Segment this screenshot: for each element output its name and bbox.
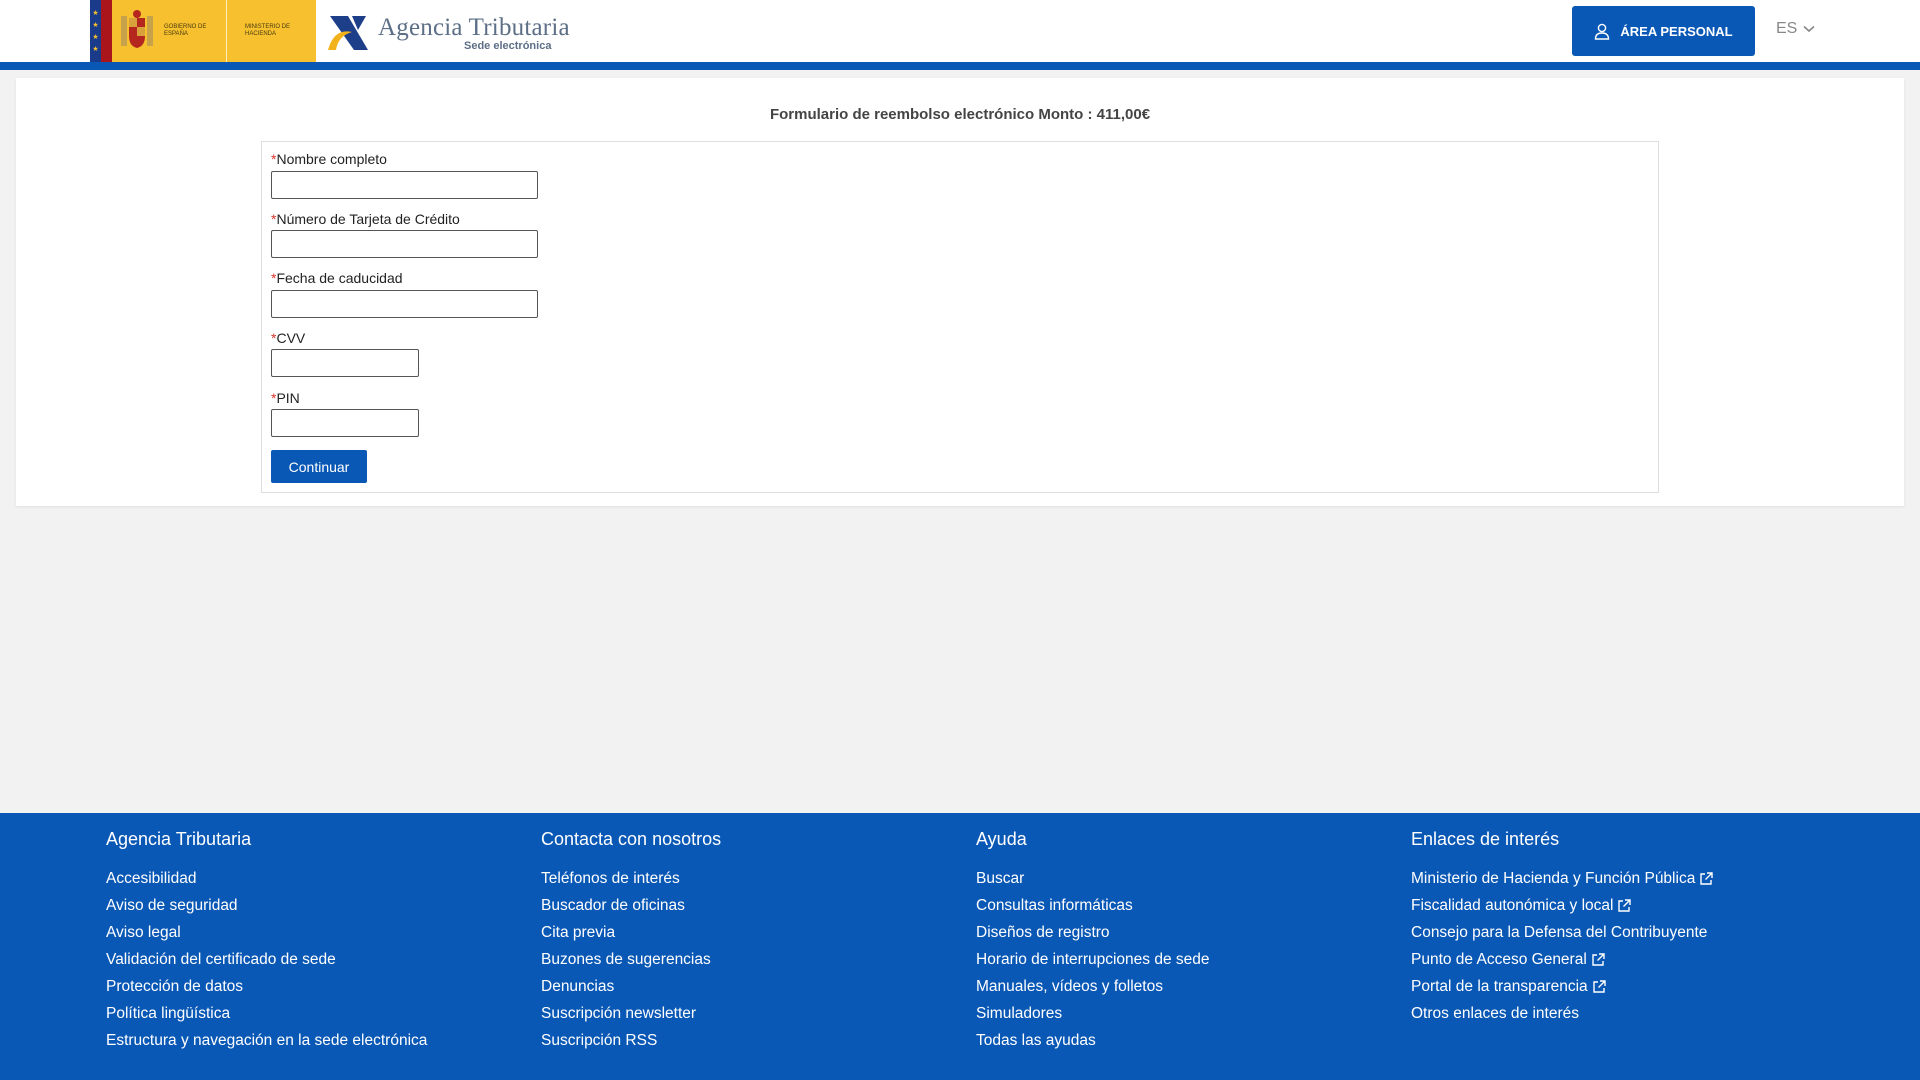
footer-link[interactable]: Otros enlaces de interés bbox=[1411, 1000, 1714, 1027]
footer-link[interactable]: Simuladores bbox=[976, 1000, 1210, 1027]
area-personal-button[interactable]: ÁREA PERSONAL bbox=[1572, 6, 1755, 56]
main-card: Formulario de reembolso electrónico Mont… bbox=[16, 78, 1904, 506]
footer-link[interactable]: Denuncias bbox=[541, 973, 721, 1000]
nombre-label: *Nombre completo bbox=[271, 151, 387, 167]
footer-link[interactable]: Ministerio de Hacienda y Función Pública bbox=[1411, 865, 1714, 892]
external-link-icon bbox=[1618, 899, 1632, 912]
footer-link[interactable]: Protección de datos bbox=[106, 973, 427, 1000]
footer-link[interactable]: Punto de Acceso General bbox=[1411, 946, 1714, 973]
footer-column-contacta: Contacta con nosotros Teléfonos de inter… bbox=[541, 829, 721, 1054]
eu-flag-strip: ★ ★ ★ ★ bbox=[90, 0, 112, 62]
tarjeta-input[interactable] bbox=[271, 230, 538, 258]
footer-link[interactable]: Accesibilidad bbox=[106, 865, 427, 892]
footer-column-ayuda: Ayuda Buscar Consultas informáticas Dise… bbox=[976, 829, 1210, 1054]
footer-link[interactable]: Buscar bbox=[976, 865, 1210, 892]
continuar-button[interactable]: Continuar bbox=[271, 450, 367, 483]
footer-link[interactable]: Fiscalidad autonómica y local bbox=[1411, 892, 1714, 919]
footer-link[interactable]: Horario de interrupciones de sede bbox=[976, 946, 1210, 973]
cvv-input[interactable] bbox=[271, 349, 419, 377]
footer-link[interactable]: Diseños de registro bbox=[976, 919, 1210, 946]
pin-input[interactable] bbox=[271, 409, 419, 437]
external-link-icon bbox=[1592, 953, 1605, 966]
agencia-tributaria-icon bbox=[328, 16, 368, 50]
site-header: ★ ★ ★ ★ GOBIERNO DE ESPAÑA MINISTERIO DE HA… bbox=[0, 0, 1920, 62]
agency-name: Agencia Tributaria bbox=[378, 14, 570, 41]
caducidad-input[interactable] bbox=[271, 290, 538, 318]
chevron-down-icon bbox=[1803, 25, 1815, 33]
footer-column-title: Ayuda bbox=[976, 829, 1027, 849]
site-footer: Agencia Tributaria Accesibilidad Aviso d… bbox=[0, 813, 1920, 1080]
footer-link[interactable]: Aviso legal bbox=[106, 919, 427, 946]
gobierno-text: GOBIERNO DE ESPAÑA bbox=[164, 24, 207, 37]
footer-link[interactable]: Teléfonos de interés bbox=[541, 865, 721, 892]
tarjeta-label: *Número de Tarjeta de Crédito bbox=[271, 211, 460, 227]
footer-link[interactable]: Consejo para la Defensa del Contribuyent… bbox=[1411, 919, 1714, 946]
footer-link[interactable]: Portal de la transparencia bbox=[1411, 973, 1714, 1000]
footer-link[interactable]: Suscripción RSS bbox=[541, 1027, 721, 1054]
ministerio-text: MINISTERIO DE HACIENDA bbox=[245, 24, 291, 37]
caducidad-label: *Fecha de caducidad bbox=[271, 270, 403, 286]
coat-of-arms-icon bbox=[112, 0, 162, 62]
footer-link[interactable]: Consultas informáticas bbox=[976, 892, 1210, 919]
footer-link[interactable]: Buzones de sugerencias bbox=[541, 946, 721, 973]
footer-link[interactable]: Aviso de seguridad bbox=[106, 892, 427, 919]
nombre-input[interactable] bbox=[271, 171, 538, 199]
footer-column-agencia: Agencia Tributaria Accesibilidad Aviso d… bbox=[106, 829, 427, 1054]
footer-link[interactable]: Política lingüística bbox=[106, 1000, 427, 1027]
footer-column-title: Contacta con nosotros bbox=[541, 829, 722, 849]
refund-form: *Nombre completo *Número de Tarjeta de C… bbox=[261, 141, 1659, 493]
external-link-icon bbox=[1592, 980, 1606, 993]
footer-column-enlaces: Enlaces de interés Ministerio de Haciend… bbox=[1411, 829, 1714, 1027]
gobierno-logo[interactable]: ★ ★ ★ ★ GOBIERNO DE ESPAÑA MINISTERIO DE HA… bbox=[90, 0, 316, 62]
language-label: ES bbox=[1776, 20, 1798, 37]
footer-link[interactable]: Todas las ayudas bbox=[976, 1027, 1210, 1054]
footer-link[interactable]: Cita previa bbox=[541, 919, 721, 946]
agency-subtitle: Sede electrónica bbox=[464, 40, 552, 52]
footer-link[interactable]: Validación del certificado de sede bbox=[106, 946, 427, 973]
footer-link[interactable]: Manuales, vídeos y folletos bbox=[976, 973, 1210, 1000]
footer-link[interactable]: Suscripción newsletter bbox=[541, 1000, 721, 1027]
footer-column-title: Enlaces de interés bbox=[1411, 829, 1560, 849]
footer-link[interactable]: Estructura y navegación en la sede elect… bbox=[106, 1027, 427, 1054]
area-personal-label: ÁREA PERSONAL bbox=[1620, 23, 1733, 39]
user-icon bbox=[1595, 23, 1610, 40]
language-selector[interactable]: ES bbox=[1776, 20, 1815, 38]
footer-column-title: Agencia Tributaria bbox=[106, 829, 252, 849]
cvv-label: *CVV bbox=[271, 330, 306, 346]
header-accent-bar bbox=[0, 62, 1920, 70]
agencia-tributaria-logo[interactable]: Agencia Tributaria Sede electrónica bbox=[326, 8, 570, 56]
form-title: Formulario de reembolso electrónico Mont… bbox=[769, 106, 1151, 123]
pin-label: *PIN bbox=[271, 390, 300, 406]
external-link-icon bbox=[1700, 872, 1714, 885]
footer-link[interactable]: Buscador de oficinas bbox=[541, 892, 721, 919]
